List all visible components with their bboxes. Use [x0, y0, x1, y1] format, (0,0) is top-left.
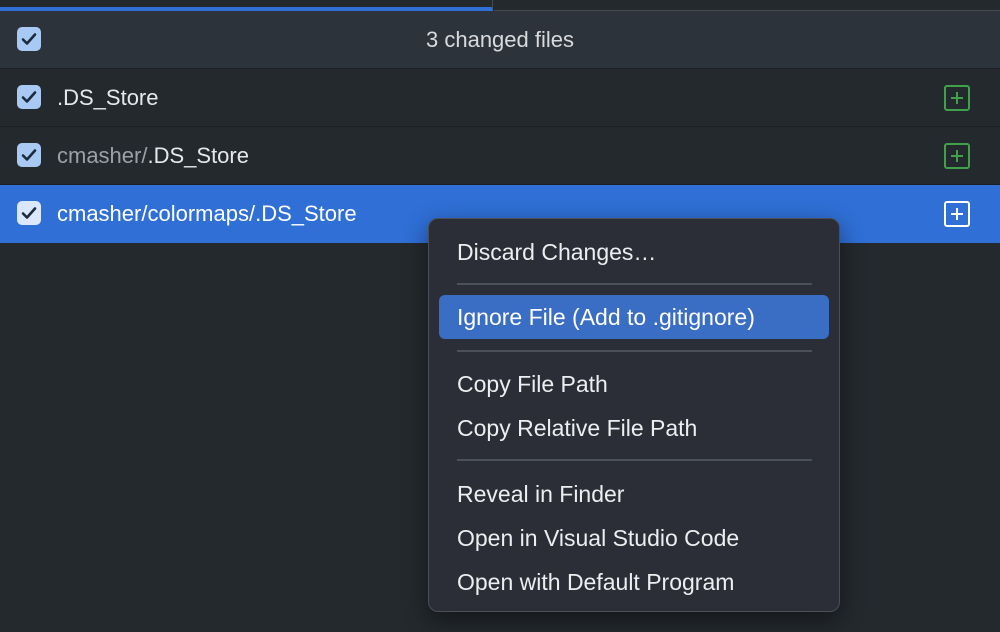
file-name: .DS_Store: [147, 142, 249, 168]
checkmark-icon: [21, 207, 37, 219]
changes-panel: 3 changed files .DS_Store cmasher/.DS_St…: [0, 0, 1000, 632]
file-checkbox[interactable]: [17, 201, 41, 225]
file-dir: cmasher/colormaps/: [57, 200, 256, 226]
added-plus-icon: [944, 143, 970, 169]
file-row[interactable]: cmasher/.DS_Store: [0, 127, 1000, 185]
checkmark-icon: [21, 91, 37, 103]
menu-item-discard-changes[interactable]: Discard Changes…: [439, 230, 829, 274]
file-path: cmasher/colormaps/.DS_Store: [57, 185, 357, 242]
checkmark-icon: [21, 149, 37, 161]
menu-item-copy-relative-file-path[interactable]: Copy Relative File Path: [439, 406, 829, 450]
context-menu: Discard Changes… Ignore File (Add to .gi…: [428, 218, 840, 612]
menu-separator: [457, 459, 812, 461]
menu-separator: [457, 283, 812, 285]
menu-separator: [457, 350, 812, 352]
file-name: .DS_Store: [57, 84, 159, 110]
file-name: .DS_Store: [255, 200, 357, 226]
menu-item-reveal-in-finder[interactable]: Reveal in Finder: [439, 472, 829, 516]
file-checkbox[interactable]: [17, 143, 41, 167]
menu-item-open-in-vscode[interactable]: Open in Visual Studio Code: [439, 516, 829, 560]
changed-files-count: 3 changed files: [426, 26, 574, 52]
menu-item-copy-file-path[interactable]: Copy File Path: [439, 362, 829, 406]
file-path: .DS_Store: [57, 69, 159, 126]
added-plus-icon: [944, 201, 970, 227]
menu-item-ignore-file[interactable]: Ignore File (Add to .gitignore): [439, 295, 829, 339]
tab-bar: [0, 0, 1000, 11]
file-row[interactable]: .DS_Store: [0, 69, 1000, 127]
changed-files-header: 3 changed files: [0, 11, 1000, 69]
file-dir: cmasher/: [57, 142, 148, 168]
menu-item-open-with-default-program[interactable]: Open with Default Program: [439, 560, 829, 604]
tab-history[interactable]: [494, 0, 1000, 11]
file-path: cmasher/.DS_Store: [57, 127, 249, 184]
file-checkbox[interactable]: [17, 85, 41, 109]
tab-changes[interactable]: [0, 0, 493, 11]
added-plus-icon: [944, 85, 970, 111]
